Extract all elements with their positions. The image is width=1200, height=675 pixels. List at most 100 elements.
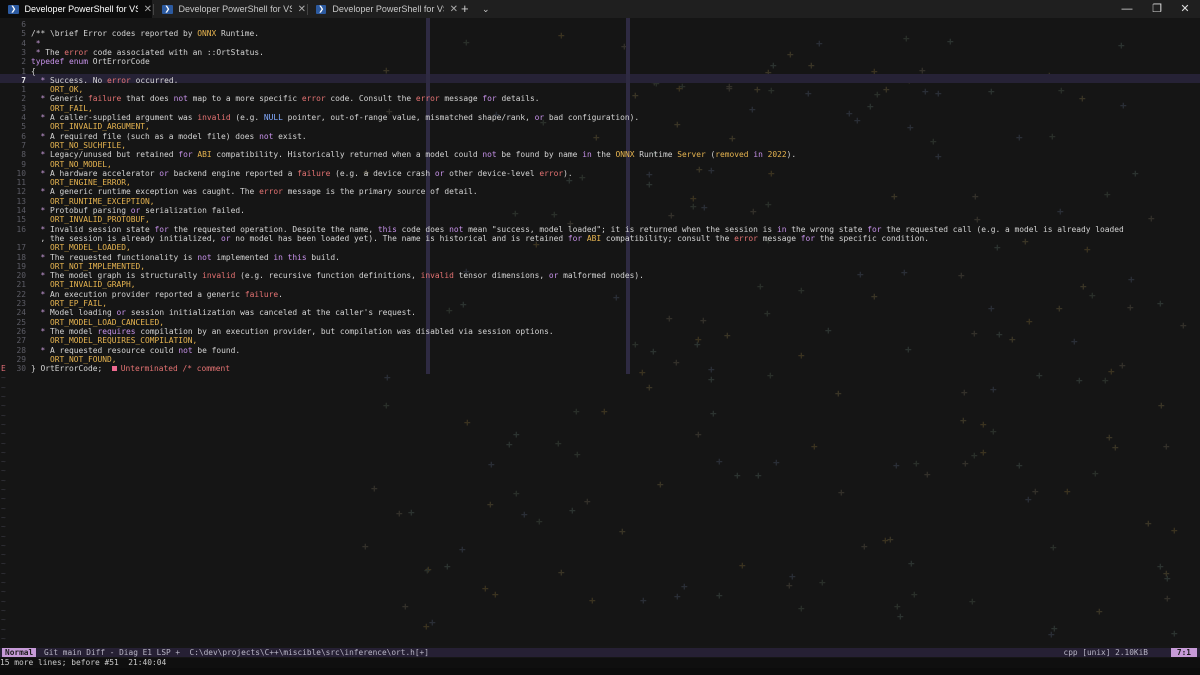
tab-powershell-3[interactable]: ❯ Developer PowerShell for VS 20 ✕ xyxy=(308,0,458,18)
line-text: ORT_NO_MODEL, xyxy=(31,159,112,169)
code-line[interactable]: 28 * A requested resource could not be f… xyxy=(0,346,1200,355)
line-text: ORT_NOT_FOUND, xyxy=(31,354,117,364)
empty-line-marker: ~ xyxy=(1,587,6,597)
cursor-position: 7:1 xyxy=(1170,648,1197,657)
code-line[interactable]: 5 /** \brief Error codes reported by ONNX… xyxy=(0,29,1200,38)
line-text: * The requested functionality is not imp… xyxy=(40,252,340,262)
code-line[interactable]: 6 * A required file (such as a model fil… xyxy=(0,132,1200,141)
code-line[interactable]: 7 ORT_NO_SUCHFILE, xyxy=(0,141,1200,150)
line-text: * The model graph is structurally invali… xyxy=(40,271,644,281)
code-line[interactable]: 24 * Model loading or session initializa… xyxy=(0,308,1200,317)
code-line[interactable]: 6 xyxy=(0,20,1200,29)
background-plus-glyph: + xyxy=(488,458,495,471)
code-line[interactable]: 18 * The requested functionality is not … xyxy=(0,253,1200,262)
code-line[interactable]: 23 ORT_EP_FAIL, xyxy=(0,299,1200,308)
empty-line-marker: ~ xyxy=(1,540,6,550)
message-line: 15 more lines; before #51 21:40:04 xyxy=(0,658,1200,668)
empty-line-marker: ~ xyxy=(1,457,6,467)
terminal-bottom-edge xyxy=(0,668,1200,675)
tab-powershell-2[interactable]: ❯ Developer PowerShell for VS 20 ✕ xyxy=(154,0,306,18)
close-window-button[interactable]: ✕ xyxy=(1170,0,1200,18)
code-line[interactable]: 25 ORT_MODEL_LOAD_CANCELED, xyxy=(0,318,1200,327)
code-line[interactable]: 10 * A hardware accelerator or backend e… xyxy=(0,169,1200,178)
code-line[interactable]: 27 ORT_MODEL_REQUIRES_COMPILATION, xyxy=(0,336,1200,345)
line-number: 26 xyxy=(16,326,26,336)
code-line[interactable]: 3 ORT_FAIL, xyxy=(0,104,1200,113)
line-text: ORT_INVALID_GRAPH, xyxy=(31,280,136,290)
background-plus-glyph: + xyxy=(908,557,915,570)
code-line[interactable]: 9 ORT_NO_MODEL, xyxy=(0,160,1200,169)
line-number: 12 xyxy=(16,187,26,197)
background-plus-glyph: + xyxy=(708,373,715,386)
line-text: * A requested resource could not be foun… xyxy=(40,345,241,355)
close-icon[interactable]: ✕ xyxy=(298,4,306,15)
code-line[interactable]: 1 ORT_OK, xyxy=(0,85,1200,94)
code-line[interactable]: 22 * An execution provider reported a ge… xyxy=(0,290,1200,299)
code-line[interactable]: 26 * The model requires compilation by a… xyxy=(0,327,1200,336)
minimize-button[interactable]: — xyxy=(1112,0,1142,18)
line-text: ORT_INVALID_ARGUMENT, xyxy=(31,122,150,132)
background-plus-glyph: + xyxy=(506,438,513,451)
background-plus-glyph: + xyxy=(755,469,762,482)
code-line[interactable]: 8 * Legacy/unused but retained for ABI c… xyxy=(0,150,1200,159)
chevron-down-icon[interactable]: ⌄ xyxy=(482,0,490,18)
code-line[interactable]: 19 ORT_NOT_IMPLEMENTED, xyxy=(0,262,1200,271)
code-line[interactable]: 4 * xyxy=(0,39,1200,48)
line-number: 8 xyxy=(21,150,26,160)
code-line[interactable]: 1{ xyxy=(0,67,1200,76)
editor-pane[interactable]: + + + + + + + + + + + + + + + + + + + + + + + + + + + + + + + + + + + + + + + +… xyxy=(0,18,1200,646)
empty-line-marker: ~ xyxy=(1,494,6,504)
background-plus-glyph: + xyxy=(536,515,543,528)
background-plus-glyph: + xyxy=(1050,541,1057,554)
code-line[interactable]: 4 * A caller-supplied argument was inval… xyxy=(0,113,1200,122)
background-plus-glyph: + xyxy=(1096,605,1103,618)
background-plus-glyph: + xyxy=(838,486,845,499)
line-text: * xyxy=(35,38,41,48)
code-line[interactable]: 14 * Protobuf parsing or serialization f… xyxy=(0,206,1200,215)
code-line[interactable]: E 30} OrtErrorCode; Unterminated /* comme… xyxy=(0,364,1200,373)
background-plus-glyph: + xyxy=(459,543,466,556)
line-number: 9 xyxy=(21,159,26,169)
code-line[interactable]: 5 ORT_INVALID_ARGUMENT, xyxy=(0,122,1200,131)
background-plus-glyph: + xyxy=(1164,592,1171,605)
maximize-button[interactable]: ❐ xyxy=(1142,0,1172,18)
code-line[interactable]: 15 ORT_INVALID_PROTOBUF, xyxy=(0,215,1200,224)
code-line[interactable]: 29 ORT_NOT_FOUND, xyxy=(0,355,1200,364)
code-line-current[interactable]: 7 * Success. No error occurred. xyxy=(0,76,1200,85)
code-line[interactable]: 17 ORT_MODEL_LOADED, xyxy=(0,243,1200,252)
new-tab-button[interactable]: + xyxy=(461,0,469,18)
code-line[interactable]: 21 ORT_INVALID_GRAPH, xyxy=(0,280,1200,289)
code-line[interactable]: 11 ORT_ENGINE_ERROR, xyxy=(0,178,1200,187)
background-plus-glyph: + xyxy=(893,459,900,472)
line-number: 11 xyxy=(16,178,26,188)
empty-line-marker: ~ xyxy=(1,578,6,587)
code-line[interactable]: 2 typedef enum OrtErrorCode xyxy=(0,57,1200,66)
line-number: 13 xyxy=(16,196,26,206)
empty-line-marker: ~ xyxy=(1,624,6,634)
line-text: * A generic runtime exception was caught… xyxy=(40,187,478,197)
code-line[interactable]: 16 * Invalid session state for the reque… xyxy=(0,225,1200,234)
tab-powershell-1[interactable]: ❯ Developer PowerShell for VS 2 ✕ xyxy=(0,0,152,18)
code-line[interactable]: 2 * Generic failure that does not map to… xyxy=(0,94,1200,103)
background-plus-glyph: + xyxy=(1112,441,1119,454)
background-plus-glyph: + xyxy=(897,610,904,623)
code-line[interactable]: 12 * A generic runtime exception was cau… xyxy=(0,187,1200,196)
background-plus-glyph: + xyxy=(1163,440,1170,453)
background-plus-glyph: + xyxy=(960,414,967,427)
close-icon[interactable]: ✕ xyxy=(450,4,458,15)
empty-line-marker: ~ xyxy=(1,512,6,522)
line-number: 2 xyxy=(21,94,26,104)
line-number: 27 xyxy=(16,336,26,346)
line-number: 2 xyxy=(21,57,26,67)
code-line[interactable]: 20 * The model graph is structurally inv… xyxy=(0,271,1200,280)
empty-line-marker: ~ xyxy=(1,382,6,392)
code-line[interactable]: 13 ORT_RUNTIME_EXCEPTION, xyxy=(0,197,1200,206)
empty-line-marker: ~ xyxy=(1,466,6,476)
code-line[interactable]: , the session is already initialized, or… xyxy=(0,234,1200,243)
error-dot-icon xyxy=(111,366,117,372)
code-line[interactable]: 3 * The error code associated with an ::… xyxy=(0,48,1200,57)
line-text: ORT_MODEL_LOAD_CANCELED, xyxy=(31,317,165,327)
close-icon[interactable]: ✕ xyxy=(144,4,152,15)
line-number: 4 xyxy=(21,38,26,48)
empty-line-marker: ~ xyxy=(1,503,6,513)
